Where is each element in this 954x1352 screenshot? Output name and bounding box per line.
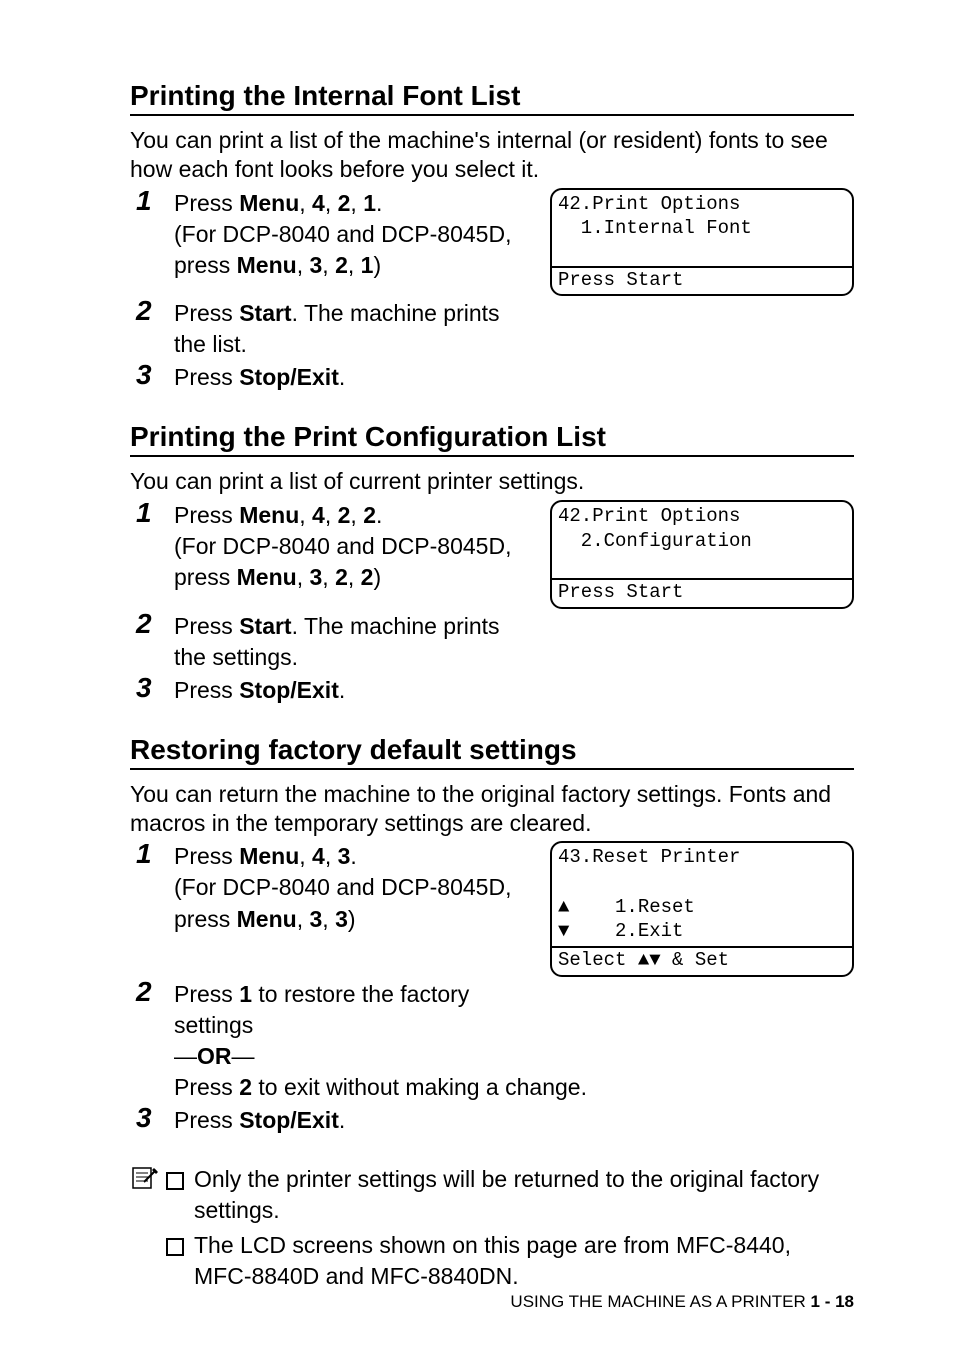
step-text: Press Stop/Exit. [174, 362, 854, 393]
lcd-body: 42.Print Options 2.Configuration [552, 502, 852, 578]
section-title: Printing the Print Configuration List [130, 421, 854, 457]
step-number: 2 [136, 973, 152, 1011]
note-item: The LCD screens shown on this page are f… [166, 1230, 854, 1292]
lcd-footer: Press Start [552, 578, 852, 607]
step-number: 3 [136, 669, 152, 707]
note-block: Only the printer settings will be return… [130, 1164, 854, 1296]
lcd-display: 43.Reset Printer ▲ 1.Reset ▼ 2.Exit Sele… [550, 841, 854, 976]
step-text: Press 1 to restore the factory settings … [174, 979, 854, 1103]
steps-list: 1 Press Menu, 4, 2, 1. (For DCP-8040 and… [130, 188, 854, 394]
step-number: 3 [136, 356, 152, 394]
step-text: Press Stop/Exit. [174, 675, 854, 706]
step-text: Press Menu, 4, 2, 1. (For DCP-8040 and D… [174, 188, 530, 281]
step-number: 2 [136, 292, 152, 330]
note-list: Only the printer settings will be return… [166, 1164, 854, 1296]
lcd-display: 42.Print Options 1.Internal Font Press S… [550, 188, 854, 297]
lcd-footer: Select ▲▼ & Set [552, 946, 852, 975]
note-item: Only the printer settings will be return… [166, 1164, 854, 1226]
step-text: Press Menu, 4, 2, 2. (For DCP-8040 and D… [174, 500, 530, 593]
steps-list: 1 Press Menu, 4, 3. (For DCP-8040 and DC… [130, 841, 854, 1136]
section-intro: You can print a list of the machine's in… [130, 126, 854, 184]
note-icon [130, 1164, 160, 1296]
lcd-body: 43.Reset Printer ▲ 1.Reset ▼ 2.Exit [552, 843, 852, 946]
lcd-display: 42.Print Options 2.Configuration Press S… [550, 500, 854, 609]
step-number: 3 [136, 1099, 152, 1137]
page-footer: USING THE MACHINE AS A PRINTER 1 - 18 [510, 1292, 854, 1312]
section-title: Printing the Internal Font List [130, 80, 854, 116]
step-number: 1 [136, 494, 152, 532]
lcd-footer: Press Start [552, 266, 852, 295]
step-number: 2 [136, 605, 152, 643]
step-number: 1 [136, 182, 152, 220]
lcd-body: 42.Print Options 1.Internal Font [552, 190, 852, 266]
step-text: Press Menu, 4, 3. (For DCP-8040 and DCP-… [174, 841, 530, 934]
step-text: Press Start. The machine prints the sett… [174, 611, 514, 673]
section-intro: You can return the machine to the origin… [130, 780, 854, 838]
step-text: Press Stop/Exit. [174, 1105, 854, 1136]
step-text: Press Start. The machine prints the list… [174, 298, 514, 360]
page: Printing the Internal Font List You can … [0, 0, 954, 1352]
step-number: 1 [136, 835, 152, 873]
section-title: Restoring factory default settings [130, 734, 854, 770]
section-intro: You can print a list of current printer … [130, 467, 854, 496]
steps-list: 1 Press Menu, 4, 2, 2. (For DCP-8040 and… [130, 500, 854, 706]
